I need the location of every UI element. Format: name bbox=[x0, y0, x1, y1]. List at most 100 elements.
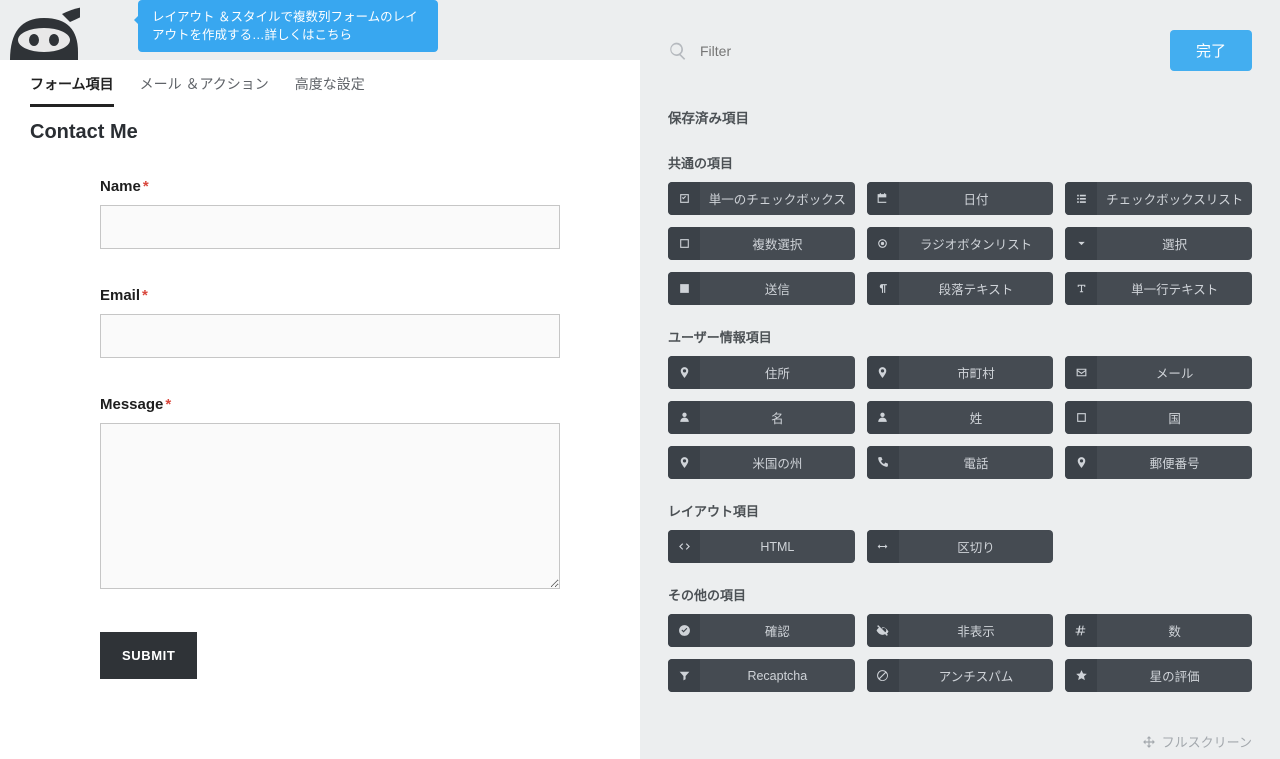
field-type-label: 国 bbox=[1097, 401, 1252, 434]
field-type-misc-0[interactable]: 確認 bbox=[668, 614, 855, 647]
label-email-text: Email bbox=[100, 287, 140, 304]
hash-icon bbox=[1065, 614, 1097, 647]
pin-icon bbox=[668, 446, 700, 479]
field-type-common-5[interactable]: 選択 bbox=[1065, 227, 1252, 260]
field-type-user-1[interactable]: 市町村 bbox=[867, 356, 1054, 389]
check-square-icon bbox=[668, 182, 700, 215]
grid-layout: HTML 区切り bbox=[668, 530, 1252, 563]
field-type-layout-1[interactable]: 区切り bbox=[867, 530, 1054, 563]
square-filled-icon bbox=[668, 272, 700, 305]
right-top: 完了 bbox=[668, 30, 1252, 71]
square-icon bbox=[668, 227, 700, 260]
user-icon bbox=[668, 401, 700, 434]
field-type-common-7[interactable]: 段落テキスト bbox=[867, 272, 1054, 305]
label-email: Email* bbox=[100, 287, 568, 304]
filter-input[interactable] bbox=[700, 43, 1158, 59]
field-type-label: 送信 bbox=[700, 272, 855, 305]
tab-advanced[interactable]: 高度な設定 bbox=[295, 74, 365, 107]
field-type-user-0[interactable]: 住所 bbox=[668, 356, 855, 389]
field-type-misc-5[interactable]: 星の評価 bbox=[1065, 659, 1252, 692]
field-type-misc-2[interactable]: 数 bbox=[1065, 614, 1252, 647]
tab-fields[interactable]: フォーム項目 bbox=[30, 74, 114, 107]
required-star: * bbox=[143, 178, 149, 195]
calendar-icon bbox=[867, 182, 899, 215]
label-name: Name* bbox=[100, 178, 568, 195]
field-type-user-2[interactable]: メール bbox=[1065, 356, 1252, 389]
field-type-misc-4[interactable]: アンチスパム bbox=[867, 659, 1054, 692]
tab-emails[interactable]: メール ＆アクション bbox=[140, 74, 269, 107]
field-name[interactable]: Name* bbox=[100, 178, 568, 249]
field-type-label: チェックボックスリスト bbox=[1097, 182, 1252, 215]
field-type-common-8[interactable]: 単一行テキスト bbox=[1065, 272, 1252, 305]
required-star: * bbox=[142, 287, 148, 304]
field-type-label: 住所 bbox=[700, 356, 855, 389]
input-name[interactable] bbox=[100, 205, 560, 249]
field-message[interactable]: Message* bbox=[100, 396, 568, 594]
fullscreen-toggle[interactable]: フルスクリーン bbox=[1142, 732, 1252, 751]
form-title: Contact Me bbox=[0, 107, 640, 150]
chevron-down-icon bbox=[1065, 227, 1097, 260]
field-type-common-1[interactable]: 日付 bbox=[867, 182, 1054, 215]
field-type-layout-0[interactable]: HTML bbox=[668, 530, 855, 563]
field-type-label: 選択 bbox=[1097, 227, 1252, 260]
mail-icon bbox=[1065, 356, 1097, 389]
field-type-common-0[interactable]: 単一のチェックボックス bbox=[668, 182, 855, 215]
ban-icon bbox=[867, 659, 899, 692]
submit-button[interactable]: SUBMIT bbox=[100, 632, 197, 679]
code-icon bbox=[668, 530, 700, 563]
field-type-label: 段落テキスト bbox=[899, 272, 1054, 305]
field-type-label: 市町村 bbox=[899, 356, 1054, 389]
check-circle-icon bbox=[668, 614, 700, 647]
field-type-misc-1[interactable]: 非表示 bbox=[867, 614, 1054, 647]
label-message: Message* bbox=[100, 396, 568, 413]
field-type-user-5[interactable]: 国 bbox=[1065, 401, 1252, 434]
field-type-label: ラジオボタンリスト bbox=[899, 227, 1054, 260]
done-button[interactable]: 完了 bbox=[1170, 30, 1252, 71]
section-user: ユーザー情報項目 bbox=[668, 327, 1252, 346]
tabs: フォーム項目 メール ＆アクション 高度な設定 bbox=[0, 60, 640, 107]
tip-text: レイアウト ＆スタイルで複数列フォームのレイアウトを作成する…詳しくはこちら bbox=[152, 10, 418, 42]
tip-bubble[interactable]: レイアウト ＆スタイルで複数列フォームのレイアウトを作成する…詳しくはこちら bbox=[138, 0, 438, 52]
text-icon bbox=[1065, 272, 1097, 305]
section-common: 共通の項目 bbox=[668, 153, 1252, 172]
field-type-common-6[interactable]: 送信 bbox=[668, 272, 855, 305]
field-type-user-3[interactable]: 名 bbox=[668, 401, 855, 434]
field-type-user-4[interactable]: 姓 bbox=[867, 401, 1054, 434]
star-icon bbox=[1065, 659, 1097, 692]
field-type-label: メール bbox=[1097, 356, 1252, 389]
field-type-label: HTML bbox=[700, 530, 855, 563]
list-icon bbox=[1065, 182, 1097, 215]
field-type-label: 米国の州 bbox=[700, 446, 855, 479]
phone-icon bbox=[867, 446, 899, 479]
user-icon bbox=[867, 401, 899, 434]
field-type-common-2[interactable]: チェックボックスリスト bbox=[1065, 182, 1252, 215]
pin-icon bbox=[1065, 446, 1097, 479]
section-saved: 保存済み項目 bbox=[668, 107, 1252, 127]
field-type-label: 単一のチェックボックス bbox=[700, 182, 855, 215]
field-type-label: 電話 bbox=[899, 446, 1054, 479]
field-type-label: 区切り bbox=[899, 530, 1054, 563]
ninja-logo bbox=[0, 0, 80, 60]
field-type-label: 日付 bbox=[899, 182, 1054, 215]
paragraph-icon bbox=[867, 272, 899, 305]
eye-off-icon bbox=[867, 614, 899, 647]
field-type-label: 星の評価 bbox=[1097, 659, 1252, 692]
field-type-common-4[interactable]: ラジオボタンリスト bbox=[867, 227, 1054, 260]
field-type-user-6[interactable]: 米国の州 bbox=[668, 446, 855, 479]
square-icon bbox=[1065, 401, 1097, 434]
search-icon bbox=[668, 41, 688, 61]
field-type-label: 非表示 bbox=[899, 614, 1054, 647]
input-message[interactable] bbox=[100, 423, 560, 589]
field-email[interactable]: Email* bbox=[100, 287, 568, 358]
field-type-user-7[interactable]: 電話 bbox=[867, 446, 1054, 479]
field-type-common-3[interactable]: 複数選択 bbox=[668, 227, 855, 260]
field-type-label: アンチスパム bbox=[899, 659, 1054, 692]
field-type-misc-3[interactable]: Recaptcha bbox=[668, 659, 855, 692]
field-type-label: 確認 bbox=[700, 614, 855, 647]
input-email[interactable] bbox=[100, 314, 560, 358]
fullscreen-label: フルスクリーン bbox=[1162, 732, 1252, 751]
target-icon bbox=[867, 227, 899, 260]
label-message-text: Message bbox=[100, 396, 163, 413]
field-type-user-8[interactable]: 郵便番号 bbox=[1065, 446, 1252, 479]
form-preview: Name* Email* Message* SUBMIT bbox=[0, 150, 640, 699]
